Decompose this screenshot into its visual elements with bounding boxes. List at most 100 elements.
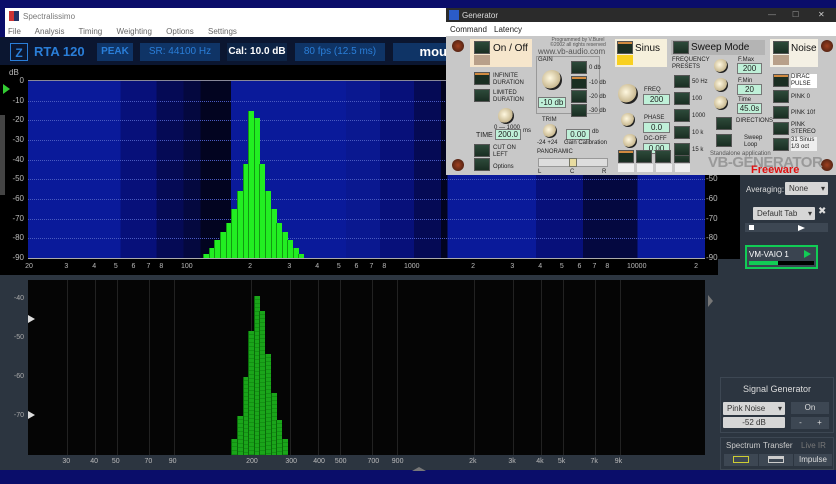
calibration-button[interactable]: Cal: 10.0 dB — [227, 43, 287, 61]
expand-right-icon[interactable] — [708, 295, 713, 307]
fmin-knob[interactable] — [714, 78, 728, 92]
reference-marker-icon[interactable] — [3, 84, 10, 94]
menu-analysis[interactable]: Analysis — [35, 27, 65, 36]
expand-up-icon[interactable] — [412, 467, 426, 471]
wave-saw-button[interactable] — [655, 150, 671, 163]
sinus-button[interactable] — [617, 41, 633, 54]
meter-tick-label: -70 — [706, 213, 718, 223]
averaging-select[interactable]: None ▾ — [785, 182, 828, 195]
lower-x-tick-label: 900 — [391, 458, 404, 465]
maximize-button[interactable]: ☐ — [792, 10, 799, 19]
gain-knob[interactable] — [542, 70, 562, 90]
left-scrollbar[interactable] — [0, 115, 5, 195]
tab-transfer[interactable]: Transfer — [763, 441, 793, 450]
freq-field[interactable]: 200 — [643, 94, 670, 105]
infinite-duration-button[interactable] — [474, 72, 490, 85]
y-tick-label: -50 — [12, 174, 24, 184]
tab-select[interactable]: Default Tab ▾ — [753, 207, 815, 220]
skull-icon — [821, 40, 833, 52]
limited-duration-button[interactable] — [474, 89, 490, 102]
time-sweep-knob[interactable] — [714, 96, 728, 110]
menu-weighting[interactable]: Weighting — [117, 27, 152, 36]
wave-sine-button[interactable] — [618, 150, 634, 163]
trim-field[interactable]: 0.00 — [566, 129, 590, 140]
pink10f-button[interactable] — [773, 106, 789, 119]
wave-triangle-button[interactable] — [636, 150, 652, 163]
time-field[interactable]: 200.0 — [495, 129, 521, 140]
stop-icon[interactable] — [749, 225, 754, 230]
lower-x-tick-label: 40 — [90, 458, 99, 465]
lower-x-tick-label: 700 — [367, 458, 380, 465]
fmin-field[interactable]: 20 — [737, 84, 762, 95]
zoom-button[interactable]: Z — [10, 43, 28, 61]
onoff-button[interactable] — [474, 41, 490, 54]
freq-knob[interactable] — [618, 84, 638, 104]
noise-button[interactable] — [773, 41, 789, 54]
sweep-loop-button[interactable] — [716, 134, 732, 147]
impulse-button[interactable]: Impulse — [794, 454, 832, 466]
gain-minus20db-button[interactable] — [571, 90, 587, 103]
dcoff-knob[interactable] — [623, 134, 637, 148]
menu-latency[interactable]: Latency — [494, 25, 522, 34]
signal-on-button[interactable]: On — [791, 402, 829, 414]
time-knob[interactable] — [498, 108, 514, 124]
menu-timing[interactable]: Timing — [79, 27, 103, 36]
signal-level-field[interactable]: -52 dB — [723, 417, 785, 428]
lower-panel: -40 -50 -60 -70 30 40 50 70 90 200 300 400 500 700 900… — [0, 275, 718, 471]
pink0-button[interactable] — [773, 90, 789, 103]
options-button[interactable] — [474, 158, 490, 171]
preset-10k-button[interactable] — [674, 126, 690, 139]
fmax-knob[interactable] — [714, 59, 728, 73]
single-view-button[interactable] — [724, 454, 758, 466]
menu-options[interactable]: Options — [166, 27, 194, 36]
signal-type-select[interactable]: Pink Noise ▾ — [723, 402, 785, 415]
grid-line — [339, 280, 341, 455]
minimize-button[interactable]: — — [768, 10, 776, 19]
fmax-field[interactable]: 200 — [737, 63, 762, 74]
gain-calibration-label: Gain Calibration — [564, 140, 608, 146]
close-button[interactable]: ✕ — [818, 10, 825, 19]
dirac-pulse-button[interactable] — [773, 74, 789, 87]
tools-icon[interactable]: ✖ — [818, 206, 826, 217]
pink-stereo-button[interactable] — [773, 122, 789, 135]
panoramic-thumb[interactable] — [569, 158, 577, 167]
trim-knob[interactable] — [543, 124, 557, 138]
gain-minus30db-button[interactable] — [571, 104, 587, 117]
device-play-icon[interactable] — [804, 250, 811, 258]
sample-rate-button[interactable]: SR: 44100 Hz — [140, 43, 220, 61]
menu-command[interactable]: Command — [450, 25, 487, 34]
phase-field[interactable]: 0.0 — [643, 122, 670, 133]
lower-spectrum-plot[interactable] — [28, 280, 705, 455]
peak-button[interactable]: PEAK — [97, 43, 133, 61]
sinus-31-button[interactable] — [773, 138, 789, 151]
split-view-button[interactable] — [759, 454, 793, 466]
generator-titlebar: Generator — ☐ ✕ — [446, 8, 836, 22]
lower-marker-icon[interactable] — [28, 411, 35, 419]
menu-settings[interactable]: Settings — [208, 27, 237, 36]
phase-knob[interactable] — [621, 113, 635, 127]
tab-spectrum[interactable]: Spectrum — [726, 441, 760, 450]
level-minus-button[interactable]: - — [791, 417, 810, 429]
cut-on-left-button[interactable] — [474, 144, 490, 157]
app-icon — [9, 11, 19, 21]
preset-15k-button[interactable] — [674, 143, 690, 156]
time-sweep-field[interactable]: 45.0s — [737, 103, 762, 114]
directions-button[interactable] — [716, 117, 732, 130]
sweep-mode-button[interactable] — [673, 41, 689, 54]
preset-100-button[interactable] — [674, 92, 690, 105]
mode-label[interactable]: RTA 120 — [34, 44, 85, 59]
device-card[interactable]: VM-VAIO 1 — [745, 245, 818, 269]
tab-live-ir[interactable]: Live IR — [801, 441, 826, 450]
gain-0db-button[interactable] — [571, 61, 587, 74]
fps-button[interactable]: 80 fps (12.5 ms) — [295, 43, 385, 61]
preset-50hz-button[interactable] — [674, 75, 690, 88]
level-plus-button[interactable]: + — [810, 417, 829, 429]
mouse-button[interactable]: mou — [393, 43, 453, 61]
preset-1000-button[interactable] — [674, 109, 690, 122]
upper-marker-icon[interactable] — [28, 315, 35, 323]
gain-minus10db-button[interactable] — [571, 76, 587, 89]
play-icon[interactable] — [798, 225, 805, 231]
menu-file[interactable]: File — [8, 27, 21, 36]
panoramic-slider[interactable] — [538, 158, 608, 167]
gain-field[interactable]: -10 db — [538, 97, 566, 108]
